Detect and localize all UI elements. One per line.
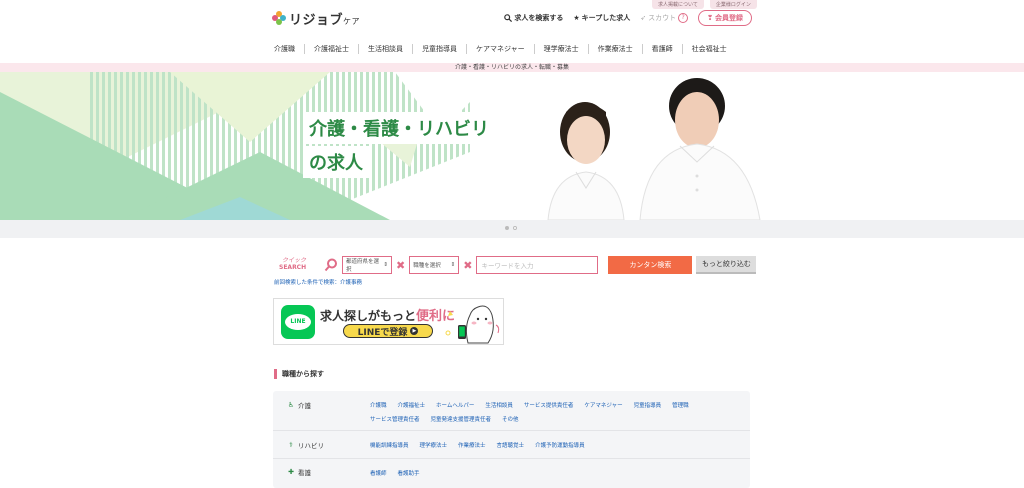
- section-title: 職種から探す: [274, 369, 324, 379]
- select-arrows-icon: ⇕: [450, 262, 456, 268]
- nav-item-care-manager[interactable]: ケアマネジャー: [467, 44, 535, 54]
- nav-item-social-worker[interactable]: 社会福祉士: [683, 44, 736, 54]
- category-link[interactable]: 児童発達支援管理責任者: [431, 415, 492, 423]
- register-button[interactable]: ❣ 会員登録: [698, 10, 752, 26]
- line-banner[interactable]: LINE 求人探しがもっと便利に LINEで登録 ▶: [273, 298, 504, 345]
- category-label-nursing: ✚ 看護: [288, 468, 311, 477]
- area-select[interactable]: 都道府県を選択 ⇕: [342, 256, 392, 274]
- quick-search: クイック SEARCH 都道府県を選択 ⇕ ✖ 職種を選択 ⇕ ✖ キーワードを…: [274, 255, 757, 275]
- header-actions: 求人を検索する ★ キープした求人 ➶ スカウト ? ❣ 会員登録: [504, 10, 752, 26]
- category-link[interactable]: 言語聴覚士: [497, 441, 525, 449]
- line-banner-text: 求人探しがもっと便利に: [320, 309, 456, 324]
- recent-search-link[interactable]: 前回検索した条件で検索：介護事務: [274, 278, 362, 286]
- keyword-input[interactable]: キーワードを入力: [476, 256, 599, 274]
- category-link[interactable]: ケアマネジャー: [584, 401, 622, 409]
- category-link[interactable]: 介護予防運動指導員: [535, 441, 585, 449]
- kept-jobs-link[interactable]: ★ キープした求人: [573, 13, 630, 23]
- search-icon: [504, 14, 513, 22]
- category-items-care: 介護職 介護福祉士 ホームヘルパー 生活相談員 サービス提供責任者 ケアマネジャ…: [370, 401, 742, 423]
- category-items-nursing: 看護師 看護助手: [370, 469, 742, 477]
- line-register-label: LINEで登録: [357, 327, 408, 338]
- nav-item-care-welfare[interactable]: 介護福祉士: [305, 44, 359, 54]
- category-label-care: ♿ 介護: [287, 401, 311, 410]
- category-link[interactable]: 看護師: [370, 469, 387, 477]
- cross-icon: ✚: [288, 468, 294, 476]
- star-icon: ★: [573, 14, 580, 22]
- quick-search-label-top: クイック: [282, 257, 307, 264]
- category-row-rehab: ⚕ リハビリ 機能訓練指導員 理学療法士 作業療法士 言語聴覚士 介護予防運動指…: [273, 431, 750, 459]
- kept-jobs-label: キープした求人: [581, 14, 631, 22]
- arrow-right-icon: ▶: [410, 327, 419, 335]
- category-link[interactable]: 作業療法士: [458, 441, 486, 449]
- register-label: 会員登録: [715, 14, 743, 22]
- rehab-icon: ⚕: [289, 441, 293, 449]
- job-search-label: 求人を検索する: [514, 14, 564, 22]
- select-arrows-icon: ⇕: [383, 262, 388, 268]
- line-register-button[interactable]: LINEで登録 ▶: [343, 324, 433, 338]
- category-link[interactable]: サービス管理責任者: [370, 415, 420, 423]
- category-items-rehab: 機能訓練指導員 理学療法士 作業療法士 言語聴覚士 介護予防運動指導員: [370, 441, 742, 449]
- easy-search-button[interactable]: カンタン検索: [608, 256, 693, 274]
- hero-title-line1: 介護・看護・リハビリ: [303, 112, 495, 144]
- refine-search-button[interactable]: もっと絞り込む: [696, 256, 757, 274]
- job-select[interactable]: 職種を選択 ⇕: [409, 256, 460, 274]
- category-link[interactable]: 機能訓練指導員: [370, 441, 409, 449]
- job-category-box: ♿ 介護 介護職 介護福祉士 ホームヘルパー 生活相談員 サービス提供責任者 ケ…: [273, 391, 750, 488]
- nav-item-life-counselor[interactable]: 生活相談員: [359, 44, 413, 54]
- help-icon[interactable]: ?: [678, 13, 689, 23]
- nav-item-physical-therapist[interactable]: 理学療法士: [535, 44, 589, 54]
- quick-search-badge: クイック SEARCH: [274, 255, 320, 275]
- wheelchair-icon: ♿: [287, 401, 295, 409]
- job-search-link[interactable]: 求人を検索する: [504, 13, 563, 23]
- hero-title-line2: の求人: [303, 146, 369, 178]
- mascot-illustration: [445, 305, 500, 344]
- category-link[interactable]: サービス提供責任者: [524, 401, 574, 409]
- area-select-value: 都道府県を選択: [346, 259, 380, 273]
- category-label-rehab: ⚕ リハビリ: [287, 440, 324, 450]
- magnifier-icon: [324, 258, 337, 272]
- cross-icon: ✖: [463, 258, 473, 272]
- category-link[interactable]: 管理職: [672, 401, 689, 409]
- carousel-dots: [505, 226, 517, 230]
- nav-item-nurse[interactable]: 看護師: [643, 44, 683, 54]
- hero-banner[interactable]: 介護・看護・リハビリ の求人: [0, 72, 1024, 220]
- nav-item-child-instructor[interactable]: 児童指導員: [413, 44, 467, 54]
- job-select-value: 職種を選択: [413, 263, 441, 269]
- scout-link[interactable]: ➶ スカウト ?: [640, 13, 689, 23]
- hero-background: [0, 72, 1024, 220]
- scout-label: スカウト: [648, 14, 677, 22]
- site-header: リジョブケア 求人を検索する ★ キープした求人 ➶ スカウト ? ❣ 会員登録: [272, 6, 752, 30]
- logo-mark-icon: [272, 11, 286, 25]
- category-link[interactable]: 介護福祉士: [398, 401, 426, 409]
- nav-item-occupational-therapist[interactable]: 作業療法士: [589, 44, 643, 54]
- nav-item-care-worker[interactable]: 介護職: [274, 44, 305, 54]
- carousel-dot-2[interactable]: [513, 226, 517, 230]
- category-link[interactable]: 児童指導員: [634, 401, 662, 409]
- category-link[interactable]: 理学療法士: [420, 441, 448, 449]
- category-row-care: ♿ 介護 介護職 介護福祉士 ホームヘルパー 生活相談員 サービス提供責任者 ケ…: [273, 391, 750, 431]
- category-link[interactable]: ホームヘルパー: [436, 401, 474, 409]
- category-row-nursing: ✚ 看護 看護師 看護助手: [273, 459, 750, 488]
- quick-search-label-bottom: SEARCH: [279, 264, 307, 271]
- tagline-strip: 介護・看護・リハビリの求人・転職・募集: [0, 63, 1024, 72]
- category-link[interactable]: その他: [502, 415, 519, 423]
- job-type-nav: 介護職 介護福祉士 生活相談員 児童指導員 ケアマネジャー 理学療法士 作業療法…: [274, 44, 736, 54]
- cross-icon: ✖: [396, 258, 406, 272]
- logo-text: リジョブケア: [289, 12, 361, 28]
- scout-send-icon: ➶: [640, 14, 647, 22]
- category-link[interactable]: 看護助手: [398, 469, 420, 477]
- line-logo-text: LINE: [285, 314, 311, 330]
- line-logo-icon: LINE: [281, 305, 315, 339]
- site-logo[interactable]: リジョブケア: [272, 9, 360, 28]
- category-link[interactable]: 介護職: [370, 401, 387, 409]
- carousel-dot-1[interactable]: [505, 226, 509, 230]
- category-link[interactable]: 生活相談員: [485, 401, 513, 409]
- register-icon: ❣: [707, 14, 713, 22]
